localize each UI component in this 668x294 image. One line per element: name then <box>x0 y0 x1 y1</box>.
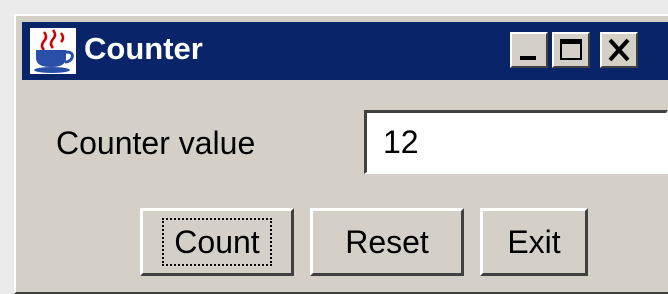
reset-button-label: Reset <box>345 223 429 260</box>
counter-value-label: Counter value <box>56 125 256 161</box>
maximize-icon <box>560 39 582 60</box>
exit-button-label: Exit <box>507 223 561 260</box>
close-button[interactable] <box>600 32 638 68</box>
maximize-button[interactable] <box>552 32 590 68</box>
title-bar[interactable]: Counter <box>22 22 668 80</box>
counter-window: Counter Counter value Count Reset Exit <box>14 14 668 294</box>
close-icon <box>608 38 630 62</box>
minimize-icon <box>520 56 536 60</box>
minimize-button[interactable] <box>510 32 548 68</box>
count-button-label: Count <box>162 218 272 266</box>
reset-button[interactable]: Reset <box>310 208 464 276</box>
java-cup-icon <box>30 28 76 74</box>
count-button[interactable]: Count <box>140 208 294 276</box>
exit-button[interactable]: Exit <box>480 208 588 276</box>
counter-value-field[interactable] <box>364 110 668 174</box>
window-title: Counter <box>84 31 203 66</box>
